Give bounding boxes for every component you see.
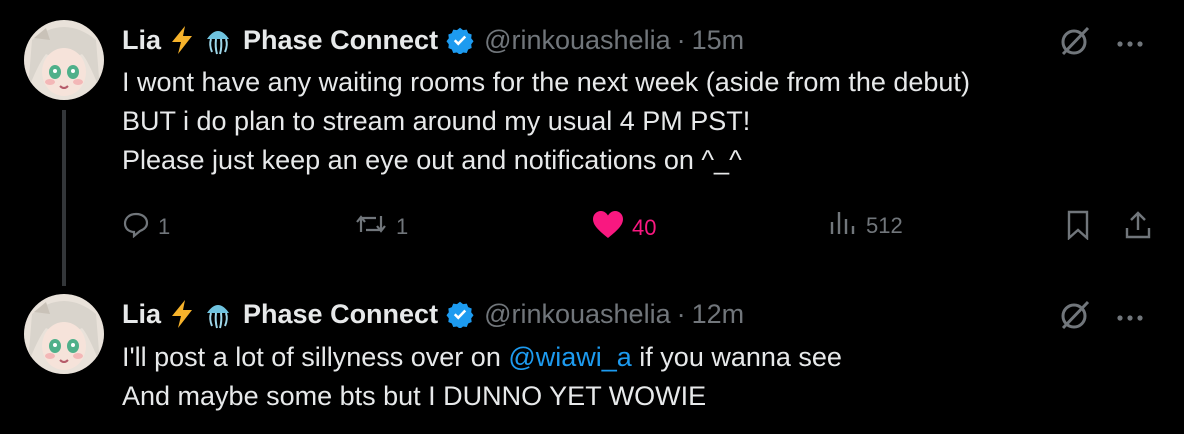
tweet-top-icons — [1058, 24, 1144, 63]
grok-icon[interactable] — [1058, 298, 1092, 337]
avatar[interactable] — [24, 20, 104, 100]
author-name[interactable]: Lia — [122, 25, 161, 56]
avatar[interactable] — [24, 294, 104, 374]
author-handle[interactable]: @rinkouashelia — [484, 299, 671, 330]
verified-badge-icon[interactable] — [446, 26, 474, 54]
author-affiliation[interactable]: Phase Connect — [243, 25, 438, 56]
share-button[interactable] — [1124, 210, 1152, 246]
like-count: 40 — [632, 215, 657, 240]
repost-icon — [354, 210, 388, 244]
tweet-2[interactable]: Lia Phase Connect @rinkouashelia · 12m I… — [0, 280, 1184, 434]
tweet-actions: 1 1 40 512 — [122, 210, 1162, 250]
bookmark-button[interactable] — [1066, 210, 1090, 246]
timestamp[interactable]: 15m — [692, 25, 745, 56]
tweet-text: I wont have any waiting rooms for the ne… — [122, 67, 970, 175]
views-icon — [828, 210, 858, 242]
author-name[interactable]: Lia — [122, 299, 161, 330]
share-icon — [1124, 210, 1152, 246]
separator-dot: · — [676, 298, 686, 329]
lightning-bolt-icon — [169, 299, 195, 329]
reply-button[interactable]: 1 — [122, 210, 170, 244]
separator-dot: · — [676, 24, 686, 55]
views-count: 512 — [866, 213, 903, 238]
tweet-header: Lia Phase Connect @rinkouashelia · 15m — [122, 20, 744, 60]
more-options-icon[interactable] — [1116, 309, 1144, 327]
like-button[interactable]: 40 — [592, 210, 656, 246]
grok-icon[interactable] — [1058, 24, 1092, 63]
lightning-bolt-icon — [169, 25, 195, 55]
views-button[interactable]: 512 — [828, 210, 903, 242]
mention-link[interactable]: @wiawi_a — [508, 342, 631, 372]
verified-badge-icon[interactable] — [446, 300, 474, 328]
reply-count: 1 — [158, 214, 171, 239]
repost-count: 1 — [396, 214, 409, 239]
tweet-1[interactable]: Lia Phase Connect @rinkouashelia · 15m I… — [0, 0, 1184, 286]
jellyfish-icon — [203, 25, 233, 55]
heart-icon — [592, 210, 624, 246]
more-options-icon[interactable] — [1116, 35, 1144, 53]
thread-line — [62, 110, 66, 286]
jellyfish-icon — [203, 299, 233, 329]
tweet-top-icons — [1058, 298, 1144, 337]
tweet-header: Lia Phase Connect @rinkouashelia · 12m — [122, 294, 744, 334]
repost-button[interactable]: 1 — [354, 210, 408, 244]
timestamp[interactable]: 12m — [692, 299, 745, 330]
tweet-text-part: I'll post a lot of sillyness over on — [122, 342, 509, 372]
reply-icon — [122, 210, 150, 244]
author-handle[interactable]: @rinkouashelia — [484, 25, 671, 56]
tweet-text: I'll post a lot of sillyness over on @wi… — [122, 338, 842, 416]
author-affiliation[interactable]: Phase Connect — [243, 299, 438, 330]
bookmark-icon — [1066, 210, 1090, 246]
